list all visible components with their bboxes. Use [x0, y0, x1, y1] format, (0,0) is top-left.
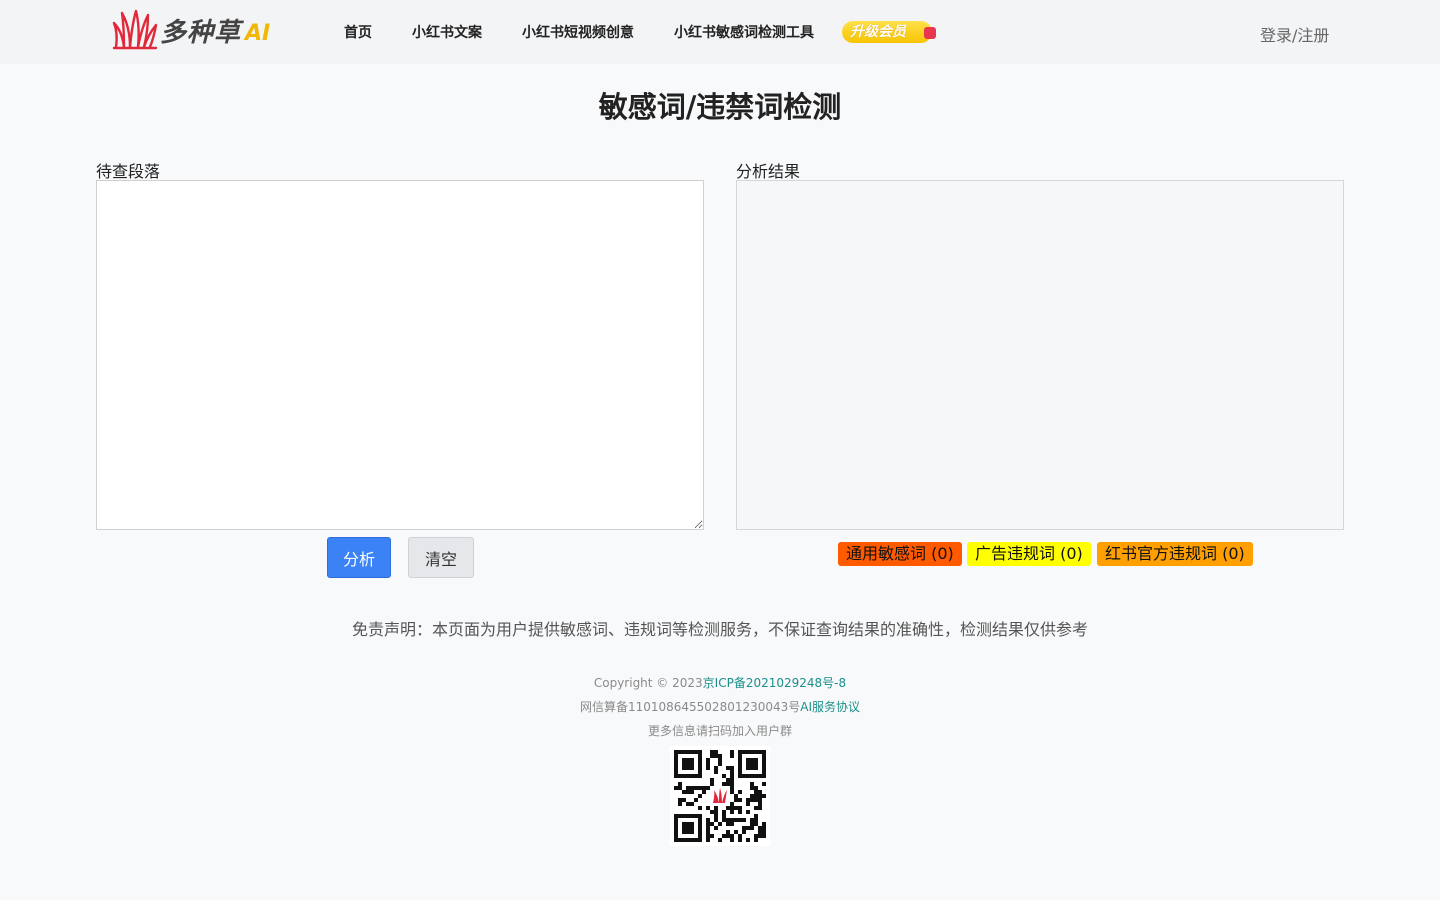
result-label: 分析结果 — [736, 162, 801, 181]
page-title: 敏感词/违禁词检测 — [598, 90, 842, 124]
footer-record-line: 网信算备110108645502801230043号AI服务协议 — [0, 698, 1440, 715]
grass-logo-icon — [112, 9, 158, 50]
nav-xhs-sensitive-word-tool[interactable]: 小红书敏感词检测工具 — [674, 22, 814, 42]
copyright-text: Copyright © 2023 — [593, 676, 703, 690]
gift-icon — [924, 27, 936, 39]
ai-service-agreement-link[interactable]: AI服务协议 — [800, 700, 860, 714]
icp-link[interactable]: 京ICP备2021029248号-8 — [703, 676, 846, 690]
nav-xhs-copywriting[interactable]: 小红书文案 — [412, 22, 482, 42]
disclaimer-text: 免责声明：本页面为用户提供敏感词、违规词等检测服务，不保证查询结果的准确性，检测… — [351, 620, 1088, 639]
footer-qr-hint: 更多信息请扫码加入用户群 — [647, 724, 792, 738]
nav-home[interactable]: 首页 — [344, 22, 372, 42]
qr-code-icon — [674, 750, 766, 842]
paragraph-input[interactable] — [96, 180, 704, 530]
logo-ai-text: AI — [245, 20, 271, 46]
clear-button[interactable]: 清空 — [408, 537, 474, 578]
qr-code-image — [670, 746, 770, 846]
algorithm-record-text: 网信算备110108645502801230043号 — [579, 700, 801, 714]
nav-xhs-video-ideas[interactable]: 小红书短视频创意 — [522, 22, 634, 42]
logo-text: 多种草 — [160, 17, 242, 48]
analysis-result-box — [736, 180, 1344, 530]
tag-general-sensitive[interactable]: 通用敏感词 (0) — [838, 542, 962, 566]
login-register-link[interactable]: 登录/注册 — [1260, 22, 1329, 46]
upgrade-vip-button[interactable]: 升级会员 — [842, 21, 936, 43]
analyze-button[interactable]: 分析 — [327, 537, 391, 578]
upgrade-vip-label: 升级会员 — [850, 24, 906, 40]
site-logo[interactable]: 多种草 AI — [112, 8, 292, 52]
tag-ad-violation[interactable]: 广告违规词 (0) — [967, 542, 1091, 566]
top-navbar: 多种草 AI 首页 小红书文案 小红书短视频创意 小红书敏感词检测工具 升级会员… — [0, 0, 1440, 64]
input-label: 待查段落 — [96, 162, 161, 181]
tag-xhs-official-violation[interactable]: 红书官方违规词 (0) — [1097, 542, 1253, 566]
footer-copyright-line: Copyright © 2023京ICP备2021029248号-8 — [0, 674, 1440, 691]
